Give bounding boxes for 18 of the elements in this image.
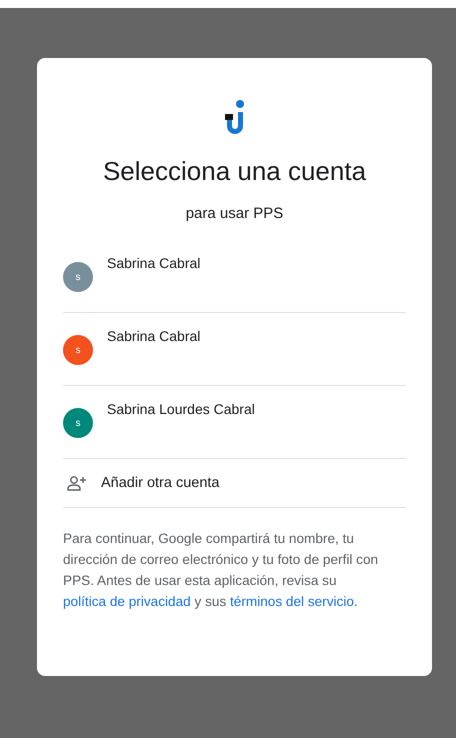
dialog-title: Selecciona una cuenta [102, 156, 368, 187]
add-person-icon [67, 475, 87, 491]
dialog-subtitle: para usar PPS [184, 205, 284, 222]
disclaimer-text: Para continuar, Google compartirá tu nombre, tu dirección de correo electrónico y tu foto de perfil con PPS. Antes de usar esta aplicación, revisa su política de privacidad y sus términos del servicio. [63, 530, 380, 611]
policy-link[interactable]: política de privacidad [63, 594, 191, 609]
account-name: Sabrina Cabral [107, 255, 200, 271]
policy-link[interactable]: términos del servicio [230, 594, 354, 609]
account-item[interactable]: s Sabrina Cabral [63, 313, 406, 386]
account-name: Sabrina Cabral [107, 328, 200, 344]
avatar: s [63, 262, 93, 292]
app-logo [224, 100, 246, 136]
add-account-item[interactable]: Añadir otra cuenta [63, 459, 406, 508]
avatar: s [63, 335, 93, 365]
account-item[interactable]: s Sabrina Cabral [63, 240, 406, 313]
avatar: s [63, 408, 93, 438]
account-name: Sabrina Lourdes Cabral [107, 401, 255, 417]
account-item[interactable]: s Sabrina Lourdes Cabral [63, 386, 406, 459]
add-account-label: Añadir otra cuenta [101, 475, 220, 491]
